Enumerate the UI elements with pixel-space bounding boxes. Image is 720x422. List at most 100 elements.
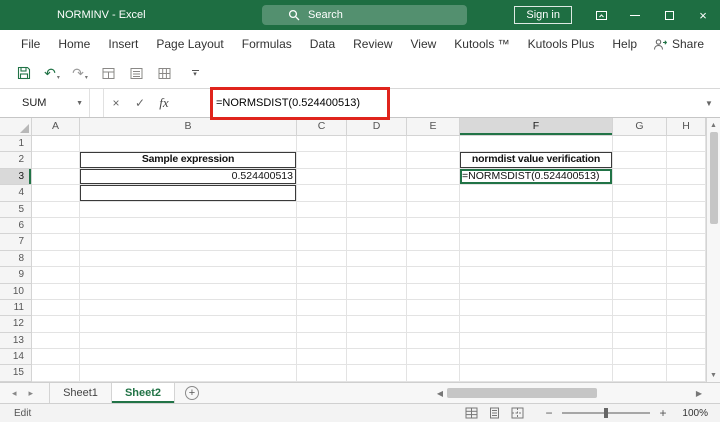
cell-C11[interactable] (297, 300, 347, 316)
cell-G7[interactable] (613, 234, 667, 250)
cell-G2[interactable] (613, 152, 667, 168)
cell-D6[interactable] (347, 218, 407, 234)
minimize-icon[interactable] (618, 0, 652, 30)
cell-D3[interactable] (347, 169, 407, 185)
cell-C4[interactable] (297, 185, 347, 201)
cell-E10[interactable] (407, 284, 460, 300)
cell-B6[interactable] (80, 218, 297, 234)
cell-C2[interactable] (297, 152, 347, 168)
cell-C10[interactable] (297, 284, 347, 300)
row-header-4[interactable]: 4 (0, 185, 32, 201)
sheet-tab-sheet1[interactable]: Sheet1 (49, 383, 112, 403)
row-header-5[interactable]: 5 (0, 202, 32, 218)
cell-F5[interactable] (460, 202, 613, 218)
scroll-left-icon[interactable]: ◀ (433, 389, 447, 398)
cell-D1[interactable] (347, 136, 407, 152)
cell-H9[interactable] (667, 267, 706, 283)
cell-E3[interactable] (407, 169, 460, 185)
cell-H13[interactable] (667, 333, 706, 349)
add-sheet-button[interactable]: + (185, 386, 199, 400)
cell-G9[interactable] (613, 267, 667, 283)
cell-G11[interactable] (613, 300, 667, 316)
cell-G15[interactable] (613, 365, 667, 381)
insert-function-button[interactable]: fx (152, 89, 176, 117)
cell-E11[interactable] (407, 300, 460, 316)
ribbon-tab-kutools-plus[interactable]: Kutools Plus (519, 30, 604, 58)
cell-F13[interactable] (460, 333, 613, 349)
cell-A7[interactable] (32, 234, 80, 250)
cell-E2[interactable] (407, 152, 460, 168)
zoom-in-button[interactable]: + (656, 406, 670, 420)
cell-F8[interactable] (460, 251, 613, 267)
ribbon-tab-data[interactable]: Data (301, 30, 344, 58)
ribbon-tab-help[interactable]: Help (603, 30, 646, 58)
cell-F1[interactable] (460, 136, 613, 152)
cell-A11[interactable] (32, 300, 80, 316)
row-header-10[interactable]: 10 (0, 284, 32, 300)
cell-D9[interactable] (347, 267, 407, 283)
ribbon-tab-page-layout[interactable]: Page Layout (147, 30, 232, 58)
vertical-scrollbar[interactable]: ▲ ▼ (706, 118, 720, 382)
cell-A8[interactable] (32, 251, 80, 267)
scroll-down-icon[interactable]: ▼ (710, 368, 717, 382)
cell-C5[interactable] (297, 202, 347, 218)
ribbon-tab-formulas[interactable]: Formulas (233, 30, 301, 58)
cell-H12[interactable] (667, 316, 706, 332)
row-header-6[interactable]: 6 (0, 218, 32, 234)
cell-B3[interactable]: 0.524400513 (80, 169, 297, 185)
sheet-nav-left-icon[interactable]: ◂ (12, 388, 17, 399)
cell-H2[interactable] (667, 152, 706, 168)
cell-D11[interactable] (347, 300, 407, 316)
ribbon-tab-home[interactable]: Home (49, 30, 99, 58)
cell-D13[interactable] (347, 333, 407, 349)
customize-qat-button[interactable]: ▾ (186, 70, 204, 77)
cell-F12[interactable] (460, 316, 613, 332)
horizontal-scrollbar-track[interactable] (447, 383, 692, 403)
cell-A4[interactable] (32, 185, 80, 201)
cell-B14[interactable] (80, 349, 297, 365)
zoom-slider-thumb[interactable] (604, 408, 608, 418)
col-header-B[interactable]: B (80, 118, 297, 136)
cell-B13[interactable] (80, 333, 297, 349)
qat-list-button[interactable] (124, 61, 148, 85)
cell-E15[interactable] (407, 365, 460, 381)
cell-B2[interactable]: Sample expression (80, 152, 297, 168)
cell-F3[interactable]: =NORMSDIST(0.524400513) (460, 169, 613, 185)
cell-B7[interactable] (80, 234, 297, 250)
page-layout-view-icon[interactable] (488, 407, 501, 419)
cell-D14[interactable] (347, 349, 407, 365)
col-header-F[interactable]: F (460, 118, 613, 136)
cell-E9[interactable] (407, 267, 460, 283)
cell-G4[interactable] (613, 185, 667, 201)
cell-B1[interactable] (80, 136, 297, 152)
select-all-corner[interactable] (0, 118, 32, 136)
cell-G12[interactable] (613, 316, 667, 332)
cell-D8[interactable] (347, 251, 407, 267)
cell-C3[interactable] (297, 169, 347, 185)
cell-B12[interactable] (80, 316, 297, 332)
cell-E7[interactable] (407, 234, 460, 250)
normal-view-icon[interactable] (465, 407, 478, 419)
cell-F4[interactable] (460, 185, 613, 201)
cell-A2[interactable] (32, 152, 80, 168)
share-button[interactable]: Share (653, 37, 704, 51)
row-header-3[interactable]: 3 (0, 169, 32, 185)
scroll-up-icon[interactable]: ▲ (710, 118, 717, 132)
name-box[interactable]: SUM ▼ (14, 89, 90, 117)
cell-A6[interactable] (32, 218, 80, 234)
ribbon-tab-kutools[interactable]: Kutools ™ (445, 30, 518, 58)
cell-D10[interactable] (347, 284, 407, 300)
vertical-scrollbar-thumb[interactable] (710, 132, 718, 224)
cell-H15[interactable] (667, 365, 706, 381)
cell-A12[interactable] (32, 316, 80, 332)
cell-C9[interactable] (297, 267, 347, 283)
cell-D12[interactable] (347, 316, 407, 332)
cell-B8[interactable] (80, 251, 297, 267)
row-header-11[interactable]: 11 (0, 300, 32, 316)
cell-H6[interactable] (667, 218, 706, 234)
zoom-slider[interactable] (562, 412, 650, 414)
cell-D7[interactable] (347, 234, 407, 250)
cell-H5[interactable] (667, 202, 706, 218)
cell-B5[interactable] (80, 202, 297, 218)
ribbon-tab-insert[interactable]: Insert (99, 30, 147, 58)
